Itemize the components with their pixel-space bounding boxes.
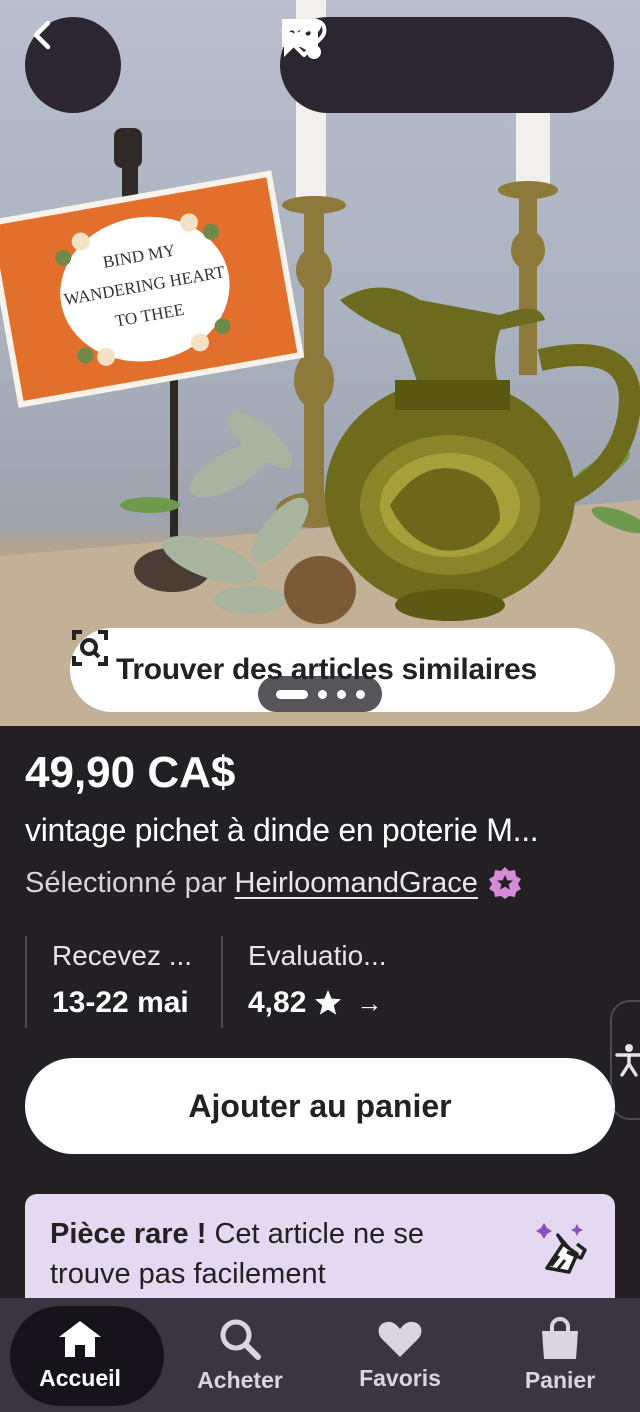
seller-link[interactable]: HeirloomandGrace bbox=[235, 867, 478, 900]
star-seller-badge-icon bbox=[488, 866, 522, 900]
delivery-label: Recevez ... bbox=[52, 940, 193, 971]
selected-by: Sélectionné par HeirloomandGrace bbox=[25, 866, 522, 900]
listing-title[interactable]: vintage pichet à dinde en poterie M... bbox=[25, 812, 625, 849]
nav-item-cart[interactable]: Panier bbox=[480, 1298, 640, 1412]
listing-screen: BIND MY WANDERING HEART TO THEE Trouver … bbox=[0, 0, 640, 1412]
info-row: Recevez ... 13-22 mai Evaluatio... 4,82 … bbox=[25, 936, 481, 1028]
page-dot-active bbox=[275, 689, 308, 699]
bag-icon bbox=[542, 1316, 578, 1359]
heart-outline-icon bbox=[281, 18, 327, 57]
favorite-button[interactable] bbox=[281, 18, 576, 95]
rating-info[interactable]: Evaluatio... 4,82 → bbox=[221, 936, 481, 1028]
back-button[interactable] bbox=[25, 17, 121, 113]
page-dot bbox=[355, 689, 365, 699]
home-icon bbox=[59, 1320, 101, 1357]
nav-label-favorites: Favoris bbox=[359, 1364, 441, 1391]
bottom-nav: Accueil Acheter Favoris Panier bbox=[0, 1298, 640, 1412]
nav-label-shop: Acheter bbox=[197, 1366, 283, 1393]
visual-search-icon bbox=[72, 630, 108, 666]
image-pagination[interactable] bbox=[258, 676, 382, 712]
page-dot bbox=[317, 689, 327, 699]
add-to-cart-button[interactable]: Ajouter au panier bbox=[25, 1058, 615, 1154]
selected-by-label: Sélectionné par bbox=[25, 866, 227, 899]
nav-item-home[interactable]: Accueil bbox=[0, 1298, 164, 1412]
nav-item-shop[interactable]: Acheter bbox=[160, 1298, 320, 1412]
action-pill bbox=[280, 17, 614, 113]
share-button[interactable] bbox=[283, 19, 477, 95]
rating-value-row: 4,82 → bbox=[248, 986, 481, 1020]
product-image[interactable]: BIND MY WANDERING HEART TO THEE Trouver … bbox=[0, 0, 640, 726]
rating-value: 4,82 bbox=[248, 986, 307, 1019]
chevron-left-icon bbox=[33, 20, 51, 50]
nav-label-cart: Panier bbox=[524, 1366, 596, 1393]
arrow-right-icon: → bbox=[356, 987, 383, 1018]
unicorn-sparkle-icon bbox=[533, 1220, 593, 1291]
price: 49,90 CA$ bbox=[25, 748, 236, 797]
delivery-value: 13-22 mai bbox=[52, 986, 189, 1019]
accessibility-icon bbox=[615, 1044, 640, 1077]
nav-label-home: Accueil bbox=[39, 1364, 121, 1391]
heart-icon bbox=[378, 1321, 422, 1357]
delivery-info[interactable]: Recevez ... 13-22 mai bbox=[25, 936, 221, 1028]
page-dot bbox=[336, 689, 346, 699]
nav-item-favorites[interactable]: Favoris bbox=[320, 1298, 480, 1412]
rare-item-text: Pièce rare ! Cet article ne se trouve pa… bbox=[50, 1214, 490, 1294]
rating-label: Evaluatio... bbox=[248, 940, 387, 971]
search-icon bbox=[220, 1319, 261, 1360]
star-icon bbox=[315, 990, 342, 1015]
rare-item-title: Pièce rare ! bbox=[50, 1218, 207, 1250]
